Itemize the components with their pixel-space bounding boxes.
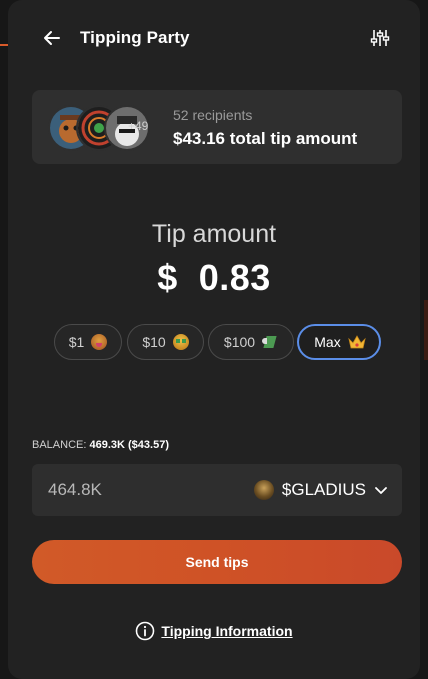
- tipping-panel: Tipping Party +49 52 recipients $43.16 t…: [8, 0, 420, 679]
- tip-amount-label: Tip amount: [151, 220, 277, 248]
- token-name: $GLADIUS: [281, 480, 366, 499]
- info-icon: [135, 621, 155, 641]
- send-tips-label: Send tips: [185, 554, 249, 570]
- recipients-card[interactable]: +49 52 recipients $43.16 total tip amoun…: [32, 90, 402, 164]
- avatar-stack: +49: [48, 105, 158, 151]
- send-tips-button[interactable]: Send tips: [32, 540, 402, 584]
- tongue-face-icon: [91, 334, 108, 350]
- tipping-info-row: Tipping Information: [8, 621, 420, 641]
- more-recipients-count: +49: [128, 119, 149, 133]
- tip-amount-value: $ 0.83: [157, 257, 271, 298]
- preset-max-button[interactable]: Max: [297, 324, 381, 360]
- recipient-count: 52 recipients: [173, 107, 253, 123]
- gladius-token-icon: [253, 480, 274, 500]
- crown-icon: [348, 334, 366, 350]
- tipping-information-link[interactable]: Tipping Information: [161, 623, 292, 639]
- preset-1-button[interactable]: $1: [54, 324, 122, 360]
- money-face-icon: [172, 334, 189, 350]
- balance-label: BALANCE:: [32, 439, 87, 451]
- token-select[interactable]: $GLADIUS: [253, 476, 388, 504]
- preset-label: $100: [223, 334, 256, 350]
- balance: BALANCE: 469.3K ($43.57): [32, 439, 169, 451]
- page-title: Tipping Party: [80, 28, 190, 47]
- preset-label: Max: [314, 334, 341, 350]
- preset-label: $1: [68, 334, 85, 350]
- sliders-icon: [370, 30, 390, 46]
- preset-100-button[interactable]: $100: [208, 324, 294, 360]
- arrow-left-icon: [44, 31, 60, 45]
- background-edge: [424, 300, 428, 360]
- back-button[interactable]: [40, 26, 64, 50]
- preset-label: $10: [142, 334, 166, 350]
- amount-row: $GLADIUS: [32, 464, 402, 516]
- money-wings-icon: [262, 334, 278, 350]
- balance-value: 469.3K ($43.57): [89, 439, 169, 451]
- preset-10-button[interactable]: $10: [127, 324, 204, 360]
- preset-buttons: $1 $10 $100 Max: [54, 324, 384, 364]
- total-tip-amount: $43.16 total tip amount: [173, 129, 358, 148]
- chevron-down-icon: [375, 487, 387, 494]
- amount-input[interactable]: [48, 478, 208, 502]
- settings-button[interactable]: [368, 26, 392, 50]
- header: Tipping Party: [8, 0, 420, 76]
